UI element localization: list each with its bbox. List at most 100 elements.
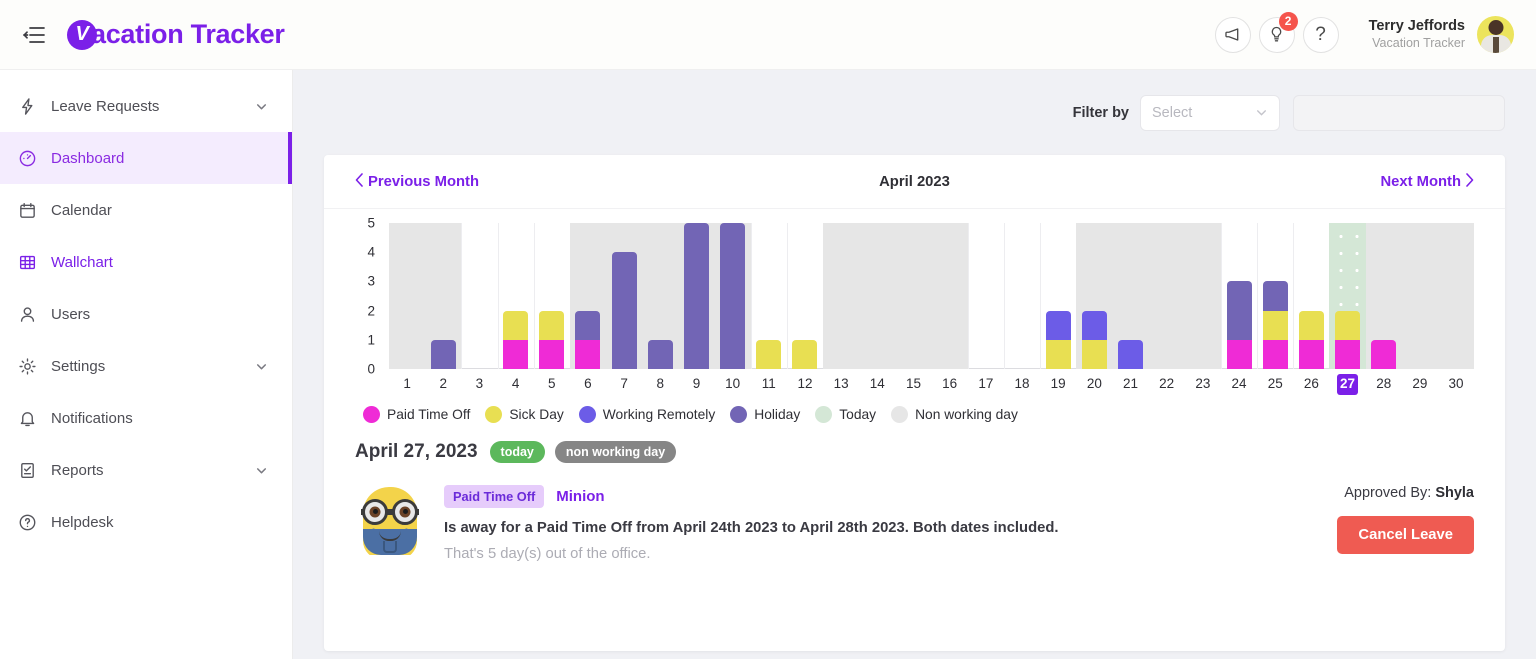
x-axis-tick[interactable]: 15 [895, 374, 931, 395]
chart-column[interactable] [1220, 223, 1257, 369]
x-axis-tick[interactable]: 21 [1112, 374, 1148, 395]
chart-column[interactable] [533, 223, 570, 369]
stacked-bar[interactable] [430, 339, 456, 369]
stacked-bar[interactable] [1335, 310, 1361, 369]
hamburger-menu-icon[interactable] [19, 20, 49, 50]
chart-column[interactable] [389, 223, 426, 369]
x-axis-tick[interactable]: 27 [1329, 374, 1365, 395]
x-axis-tick[interactable]: 12 [787, 374, 823, 395]
stacked-bar[interactable] [611, 252, 637, 369]
chart-column[interactable] [1076, 223, 1113, 369]
x-axis-tick[interactable]: 11 [751, 374, 787, 395]
x-axis-tick[interactable]: 24 [1221, 374, 1257, 395]
sidebar-item-wallchart[interactable]: Wallchart [0, 236, 292, 288]
stacked-bar[interactable] [647, 339, 673, 369]
chart-column[interactable] [931, 223, 968, 369]
sidebar-item-leave-requests[interactable]: Leave Requests [0, 80, 292, 132]
x-axis-tick[interactable]: 19 [1040, 374, 1076, 395]
x-axis-tick[interactable]: 13 [823, 374, 859, 395]
ideas-button[interactable]: 2 [1258, 11, 1298, 53]
legend-item-sick-day[interactable]: Sick Day [485, 405, 564, 423]
x-axis-tick[interactable]: 14 [859, 374, 895, 395]
chart-column[interactable] [678, 223, 715, 369]
chart-column[interactable] [1148, 223, 1185, 369]
sidebar-item-helpdesk[interactable]: Helpdesk [0, 496, 292, 548]
chart-column[interactable] [786, 223, 823, 369]
stacked-bar[interactable] [575, 310, 601, 369]
chevron-down-icon[interactable] [255, 464, 268, 477]
sidebar-item-settings[interactable]: Settings [0, 340, 292, 392]
chart-column[interactable] [1003, 223, 1040, 369]
legend-item-working-remotely[interactable]: Working Remotely [578, 405, 715, 423]
x-axis-tick[interactable]: 23 [1185, 374, 1221, 395]
chart-column[interactable] [895, 223, 932, 369]
chevron-down-icon[interactable] [255, 100, 268, 113]
x-axis-tick[interactable]: 6 [570, 374, 606, 395]
x-axis-tick[interactable]: 26 [1293, 374, 1329, 395]
stacked-bar[interactable] [1371, 339, 1397, 369]
app-logo[interactable]: V acation Tracker [67, 19, 285, 50]
legend-item-paid-time-off[interactable]: Paid Time Off [363, 405, 470, 423]
chart-column[interactable] [497, 223, 534, 369]
x-axis-tick[interactable]: 25 [1257, 374, 1293, 395]
stacked-bar[interactable] [720, 223, 746, 369]
stacked-bar[interactable] [503, 310, 529, 369]
help-button[interactable]: ? [1302, 16, 1339, 53]
x-axis-tick[interactable]: 16 [932, 374, 968, 395]
stacked-bar[interactable] [756, 339, 782, 369]
x-axis-tick[interactable]: 7 [606, 374, 642, 395]
chart-column[interactable] [606, 223, 643, 369]
x-axis-tick[interactable]: 30 [1438, 374, 1474, 395]
next-month-button[interactable]: Next Month [1380, 172, 1474, 191]
leave-request-user[interactable]: Minion [556, 488, 604, 505]
chart-column[interactable] [1401, 223, 1438, 369]
legend-item-non-working-day[interactable]: Non working day [891, 405, 1018, 423]
x-axis-tick[interactable]: 18 [1004, 374, 1040, 395]
stacked-bar[interactable] [792, 339, 818, 369]
x-axis-tick[interactable]: 10 [715, 374, 751, 395]
x-axis-tick[interactable]: 8 [642, 374, 678, 395]
sidebar-item-dashboard[interactable]: Dashboard [0, 132, 292, 184]
chart-column[interactable] [1040, 223, 1076, 369]
previous-month-button[interactable]: Previous Month [355, 172, 479, 191]
chart-column[interactable] [425, 223, 462, 369]
user-menu[interactable]: Terry Jeffords Vacation Tracker [1369, 16, 1514, 53]
chart-column[interactable] [1329, 223, 1366, 369]
stacked-bar[interactable] [1081, 310, 1107, 369]
sidebar-item-reports[interactable]: Reports [0, 444, 292, 496]
sidebar-item-notifications[interactable]: Notifications [0, 392, 292, 444]
x-axis-tick[interactable]: 3 [461, 374, 497, 395]
chart-column[interactable] [1184, 223, 1221, 369]
stacked-bar[interactable] [1226, 281, 1252, 369]
stacked-bar[interactable] [1298, 310, 1324, 369]
chart-column[interactable] [1365, 223, 1402, 369]
avatar[interactable] [1477, 16, 1514, 53]
chevron-down-icon[interactable] [255, 360, 268, 373]
chart-column[interactable] [461, 223, 497, 369]
cancel-leave-button[interactable]: Cancel Leave [1337, 515, 1474, 554]
stacked-bar[interactable] [1045, 310, 1071, 369]
chart-column[interactable] [714, 223, 751, 369]
x-axis-tick[interactable]: 5 [534, 374, 570, 395]
chart-column[interactable] [967, 223, 1004, 369]
x-axis-tick[interactable]: 20 [1076, 374, 1112, 395]
x-axis-tick[interactable]: 2 [425, 374, 461, 395]
chart-column[interactable] [750, 223, 787, 369]
chart-column[interactable] [823, 223, 860, 369]
sidebar-item-users[interactable]: Users [0, 288, 292, 340]
stacked-bar[interactable] [683, 223, 709, 369]
chart-column[interactable] [1437, 223, 1475, 369]
x-axis-tick[interactable]: 29 [1402, 374, 1438, 395]
announcements-button[interactable] [1214, 16, 1251, 53]
chart-column[interactable] [642, 223, 679, 369]
chart-column[interactable] [859, 223, 896, 369]
x-axis-tick[interactable]: 22 [1149, 374, 1185, 395]
sidebar-item-calendar[interactable]: Calendar [0, 184, 292, 236]
filter-value-input[interactable] [1293, 94, 1505, 131]
chart-column[interactable] [1112, 223, 1149, 369]
x-axis-tick[interactable]: 28 [1366, 374, 1402, 395]
stacked-bar[interactable] [539, 310, 565, 369]
legend-item-holiday[interactable]: Holiday [730, 405, 800, 423]
x-axis-tick[interactable]: 4 [498, 374, 534, 395]
stacked-bar[interactable] [1118, 339, 1144, 369]
